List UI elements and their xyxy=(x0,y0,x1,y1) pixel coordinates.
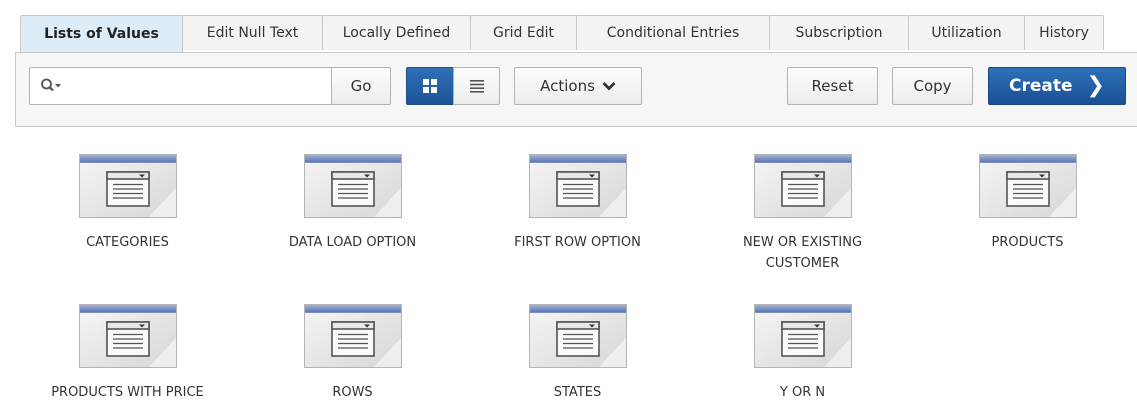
tab-grid-edit[interactable]: Grid Edit xyxy=(470,15,577,50)
lov-item-first-row-option[interactable]: FIRST ROW OPTION xyxy=(465,154,690,253)
lov-item-new-or-existing-customer[interactable]: NEW OR EXISTING CUSTOMER xyxy=(690,154,915,274)
item-label: DATA LOAD OPTION xyxy=(288,235,417,250)
lov-item-data-load-option[interactable]: DATA LOAD OPTION xyxy=(240,154,465,253)
lov-item-rows[interactable]: ROWS xyxy=(240,304,465,403)
search-icon[interactable] xyxy=(40,77,62,95)
item-label: PRODUCTS xyxy=(991,235,1064,250)
tab-utilization[interactable]: Utilization xyxy=(908,15,1025,50)
actions-menu-button[interactable]: Actions xyxy=(514,67,642,105)
tab-locally-defined[interactable]: Locally Defined xyxy=(322,15,471,50)
lov-item-states[interactable]: STATES xyxy=(465,304,690,403)
tab-edit-null-text[interactable]: Edit Null Text xyxy=(182,15,323,50)
grid-view-icon xyxy=(423,79,437,93)
list-view-icon xyxy=(469,80,484,93)
item-label: Y OR N xyxy=(779,385,826,400)
list-of-values-icon xyxy=(304,304,402,368)
list-of-values-icon xyxy=(529,304,627,368)
actions-label: Actions xyxy=(540,77,595,95)
item-label: CATEGORIES xyxy=(86,235,169,250)
lov-item-categories[interactable]: CATEGORIES xyxy=(15,154,240,253)
lov-item-products-with-price[interactable]: PRODUCTS WITH PRICE xyxy=(15,304,240,403)
list-of-values-icon xyxy=(754,154,852,218)
item-label: STATES xyxy=(553,385,602,400)
copy-button[interactable]: Copy xyxy=(892,67,973,105)
toolbar: Go Actions Reset Copy Create ❯ xyxy=(15,52,1137,127)
list-of-values-icon xyxy=(754,304,852,368)
tab-lists-of-values[interactable]: Lists of Values xyxy=(20,15,183,52)
item-label: NEW OR EXISTING CUSTOMER xyxy=(742,235,863,271)
report-view-button[interactable] xyxy=(453,67,500,105)
search-input[interactable] xyxy=(29,67,332,105)
list-of-values-icon xyxy=(79,154,177,218)
icon-view-button[interactable] xyxy=(406,67,454,105)
list-of-values-icon xyxy=(304,154,402,218)
list-of-values-icon xyxy=(79,304,177,368)
tab-history[interactable]: History xyxy=(1024,15,1104,50)
tab-conditional-entries[interactable]: Conditional Entries xyxy=(576,15,770,50)
tab-subscription[interactable]: Subscription xyxy=(769,15,909,50)
item-label: ROWS xyxy=(332,385,373,400)
item-label: FIRST ROW OPTION xyxy=(514,235,641,250)
create-label: Create xyxy=(1009,76,1073,96)
list-of-values-icon xyxy=(979,154,1077,218)
create-button[interactable]: Create ❯ xyxy=(988,67,1126,105)
lov-item-y-or-n[interactable]: Y OR N xyxy=(690,304,915,403)
reset-button[interactable]: Reset xyxy=(787,67,878,105)
go-button[interactable]: Go xyxy=(331,67,391,105)
lov-item-products[interactable]: PRODUCTS xyxy=(915,154,1137,253)
tab-bar: Lists of Values Edit Null Text Locally D… xyxy=(20,15,1104,52)
chevron-right-icon: ❯ xyxy=(1086,73,1105,98)
chevron-down-icon xyxy=(602,82,616,91)
list-of-values-icon xyxy=(529,154,627,218)
item-label: PRODUCTS WITH PRICE xyxy=(51,385,204,400)
